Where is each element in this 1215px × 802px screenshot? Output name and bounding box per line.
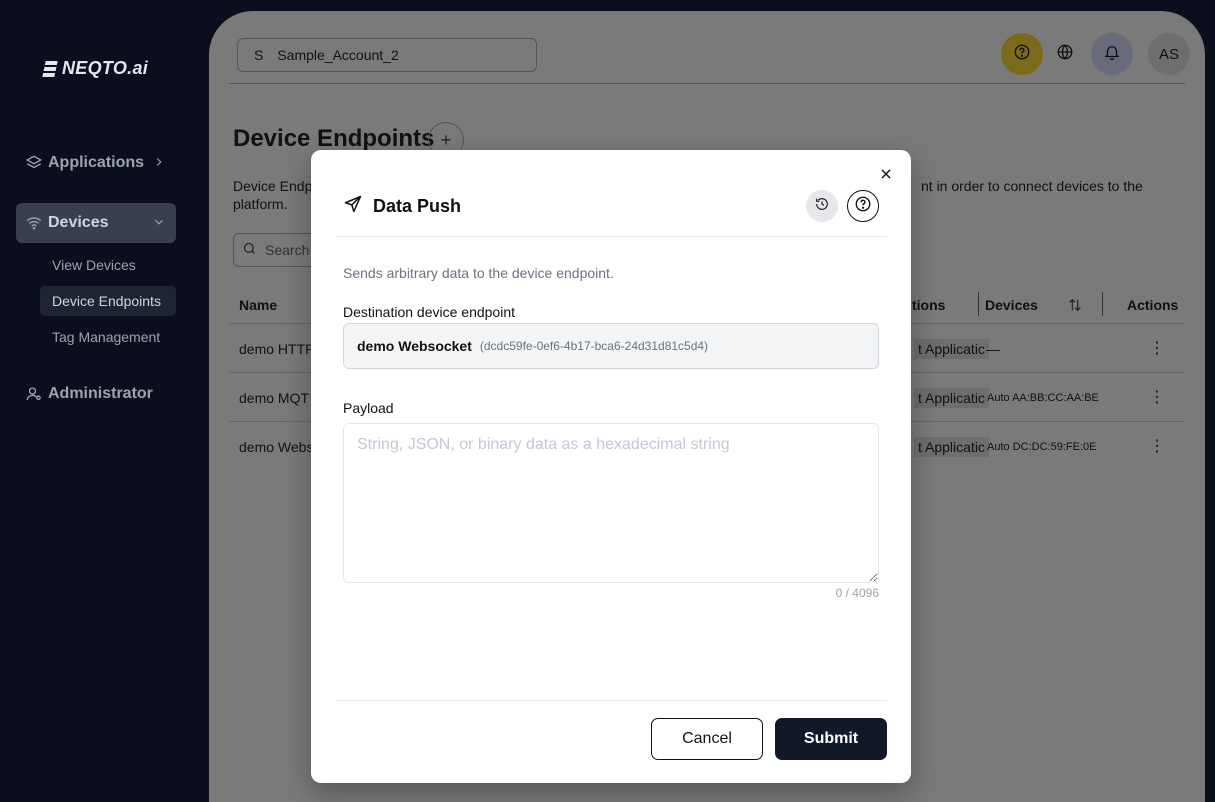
wifi-icon	[24, 213, 44, 233]
dialog-help-button[interactable]	[847, 190, 879, 222]
cancel-button[interactable]: Cancel	[651, 718, 763, 760]
send-icon	[343, 194, 363, 219]
account-name: Sample_Account_2	[277, 47, 399, 63]
sidebar-item-applications[interactable]: Applications	[16, 143, 176, 183]
destination-label: Destination device endpoint	[343, 304, 516, 320]
account-selector[interactable]: S Sample_Account_2	[237, 38, 537, 72]
user-gear-icon	[24, 384, 44, 404]
row-device: Auto AA:BB:CC:AA:BE	[987, 392, 1099, 404]
column-header-devices[interactable]: Devices	[985, 293, 1038, 317]
row-application: t Applicatic	[914, 388, 989, 408]
dialog-title: Data Push	[373, 196, 462, 216]
account-initial: S	[254, 47, 264, 63]
help-circle-icon	[854, 195, 872, 218]
avatar[interactable]: AS	[1148, 33, 1190, 75]
search-icon	[242, 241, 257, 259]
language-button[interactable]	[1044, 33, 1086, 75]
plus-icon: +	[440, 129, 452, 150]
submit-button[interactable]: Submit	[775, 718, 887, 760]
avatar-initials: AS	[1158, 45, 1179, 63]
row-application: t Applicatic	[914, 437, 989, 457]
character-counter: 0 / 4096	[835, 586, 879, 600]
row-name: demo Webs	[239, 439, 314, 455]
logo-text: NEQTO.ai	[62, 58, 149, 78]
sidebar-item-label: Applications	[48, 154, 145, 171]
page-title: Device Endpoints	[233, 125, 435, 152]
sidebar-item-label: Administrator	[48, 385, 153, 402]
row-name: demo HTTP	[239, 341, 315, 357]
row-device: —	[986, 341, 1000, 357]
sidebar-subitem-label: Tag Management	[52, 329, 161, 345]
chevron-right-icon	[152, 155, 166, 174]
chevron-down-icon	[152, 215, 166, 234]
sidebar-subitem-label: View Devices	[52, 257, 136, 273]
row-application: t Applicatic	[914, 339, 989, 359]
sort-icon[interactable]	[1067, 293, 1083, 317]
logo-icon	[42, 60, 58, 77]
history-button[interactable]	[806, 190, 838, 222]
endpoint-id: (dcdc59fe-0ef6-4b17-bca6-24d31d81c5d4)	[479, 339, 709, 353]
dialog-divider	[335, 236, 887, 237]
close-icon[interactable]	[879, 166, 893, 184]
bell-icon	[1103, 43, 1121, 65]
logo[interactable]: NEQTO.ai	[42, 58, 149, 79]
column-header-actions: Actions	[1127, 297, 1179, 313]
sidebar-subitem-label: Device Endpoints	[52, 293, 161, 309]
dialog-description: Sends arbitrary data to the device endpo…	[343, 265, 614, 281]
sidebar-subitem-device-endpoints[interactable]: Device Endpoints	[40, 286, 176, 316]
history-icon	[814, 196, 830, 217]
sidebar-item-devices[interactable]: Devices	[16, 203, 176, 243]
sidebar-item-label: Devices	[48, 214, 109, 231]
column-divider	[978, 292, 979, 316]
help-circle-icon	[1013, 43, 1031, 65]
globe-icon	[1056, 43, 1074, 65]
column-header-name[interactable]: Name	[239, 293, 277, 317]
dialog-footer-divider	[335, 700, 887, 701]
layers-icon	[24, 153, 44, 173]
sidebar-subitem-tag-management[interactable]: Tag Management	[40, 322, 176, 352]
header-divider	[229, 83, 1185, 84]
sidebar-subitem-view-devices[interactable]: View Devices	[40, 250, 176, 280]
row-device: Auto DC:DC:59:FE:0E	[987, 441, 1097, 453]
more-vertical-icon[interactable]: ⋮	[1149, 436, 1165, 456]
notifications-button[interactable]	[1091, 33, 1133, 75]
search-placeholder: Search	[265, 242, 310, 258]
sidebar-item-administrator[interactable]: Administrator	[16, 374, 176, 414]
row-name: demo MQT	[239, 390, 310, 406]
column-header-applications[interactable]: tions	[912, 293, 945, 317]
page-description: Device Endp platform.	[233, 178, 313, 212]
sidebar: NEQTO.ai Applications Devices View Devic…	[0, 0, 209, 802]
more-vertical-icon[interactable]: ⋮	[1149, 387, 1165, 407]
more-vertical-icon[interactable]: ⋮	[1149, 338, 1165, 358]
payload-label: Payload	[343, 400, 394, 416]
destination-endpoint-field[interactable]: demo Websocket (dcdc59fe-0ef6-4b17-bca6-…	[343, 323, 879, 369]
payload-input[interactable]	[343, 423, 879, 583]
help-button[interactable]	[1001, 33, 1043, 75]
search-input[interactable]: Search	[233, 233, 323, 267]
page-description-continued: nt in order to connect devices to the	[921, 178, 1143, 194]
dialog-header: Data Push	[343, 194, 461, 219]
endpoint-name: demo Websocket	[357, 338, 472, 354]
column-divider	[1102, 292, 1103, 316]
data-push-dialog: Data Push Sends arbitrary data to the de…	[311, 150, 911, 783]
